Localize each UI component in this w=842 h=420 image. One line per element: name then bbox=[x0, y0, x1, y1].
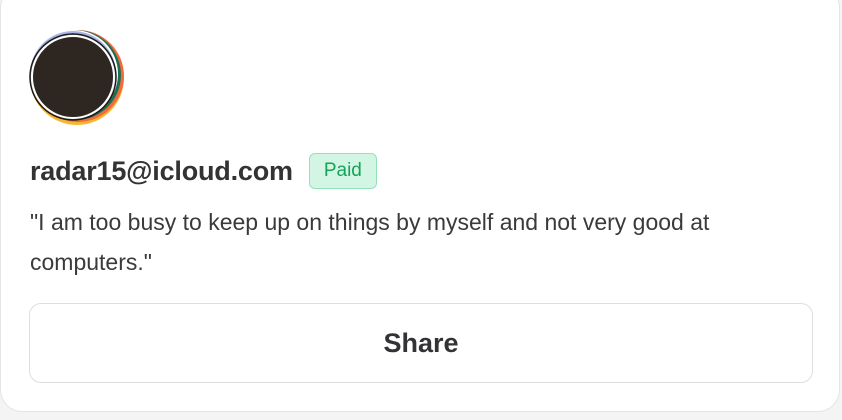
avatar bbox=[29, 30, 124, 125]
status-badge: Paid bbox=[308, 153, 377, 189]
identity-row: radar15@icloud.com Paid bbox=[30, 151, 377, 191]
user-email: radar15@icloud.com bbox=[30, 155, 293, 186]
user-quote: "I am too busy to keep up on things by m… bbox=[30, 209, 710, 275]
user-card: radar15@icloud.com Paid "I am too busy t… bbox=[0, 0, 840, 412]
share-button[interactable]: Share bbox=[29, 303, 813, 383]
